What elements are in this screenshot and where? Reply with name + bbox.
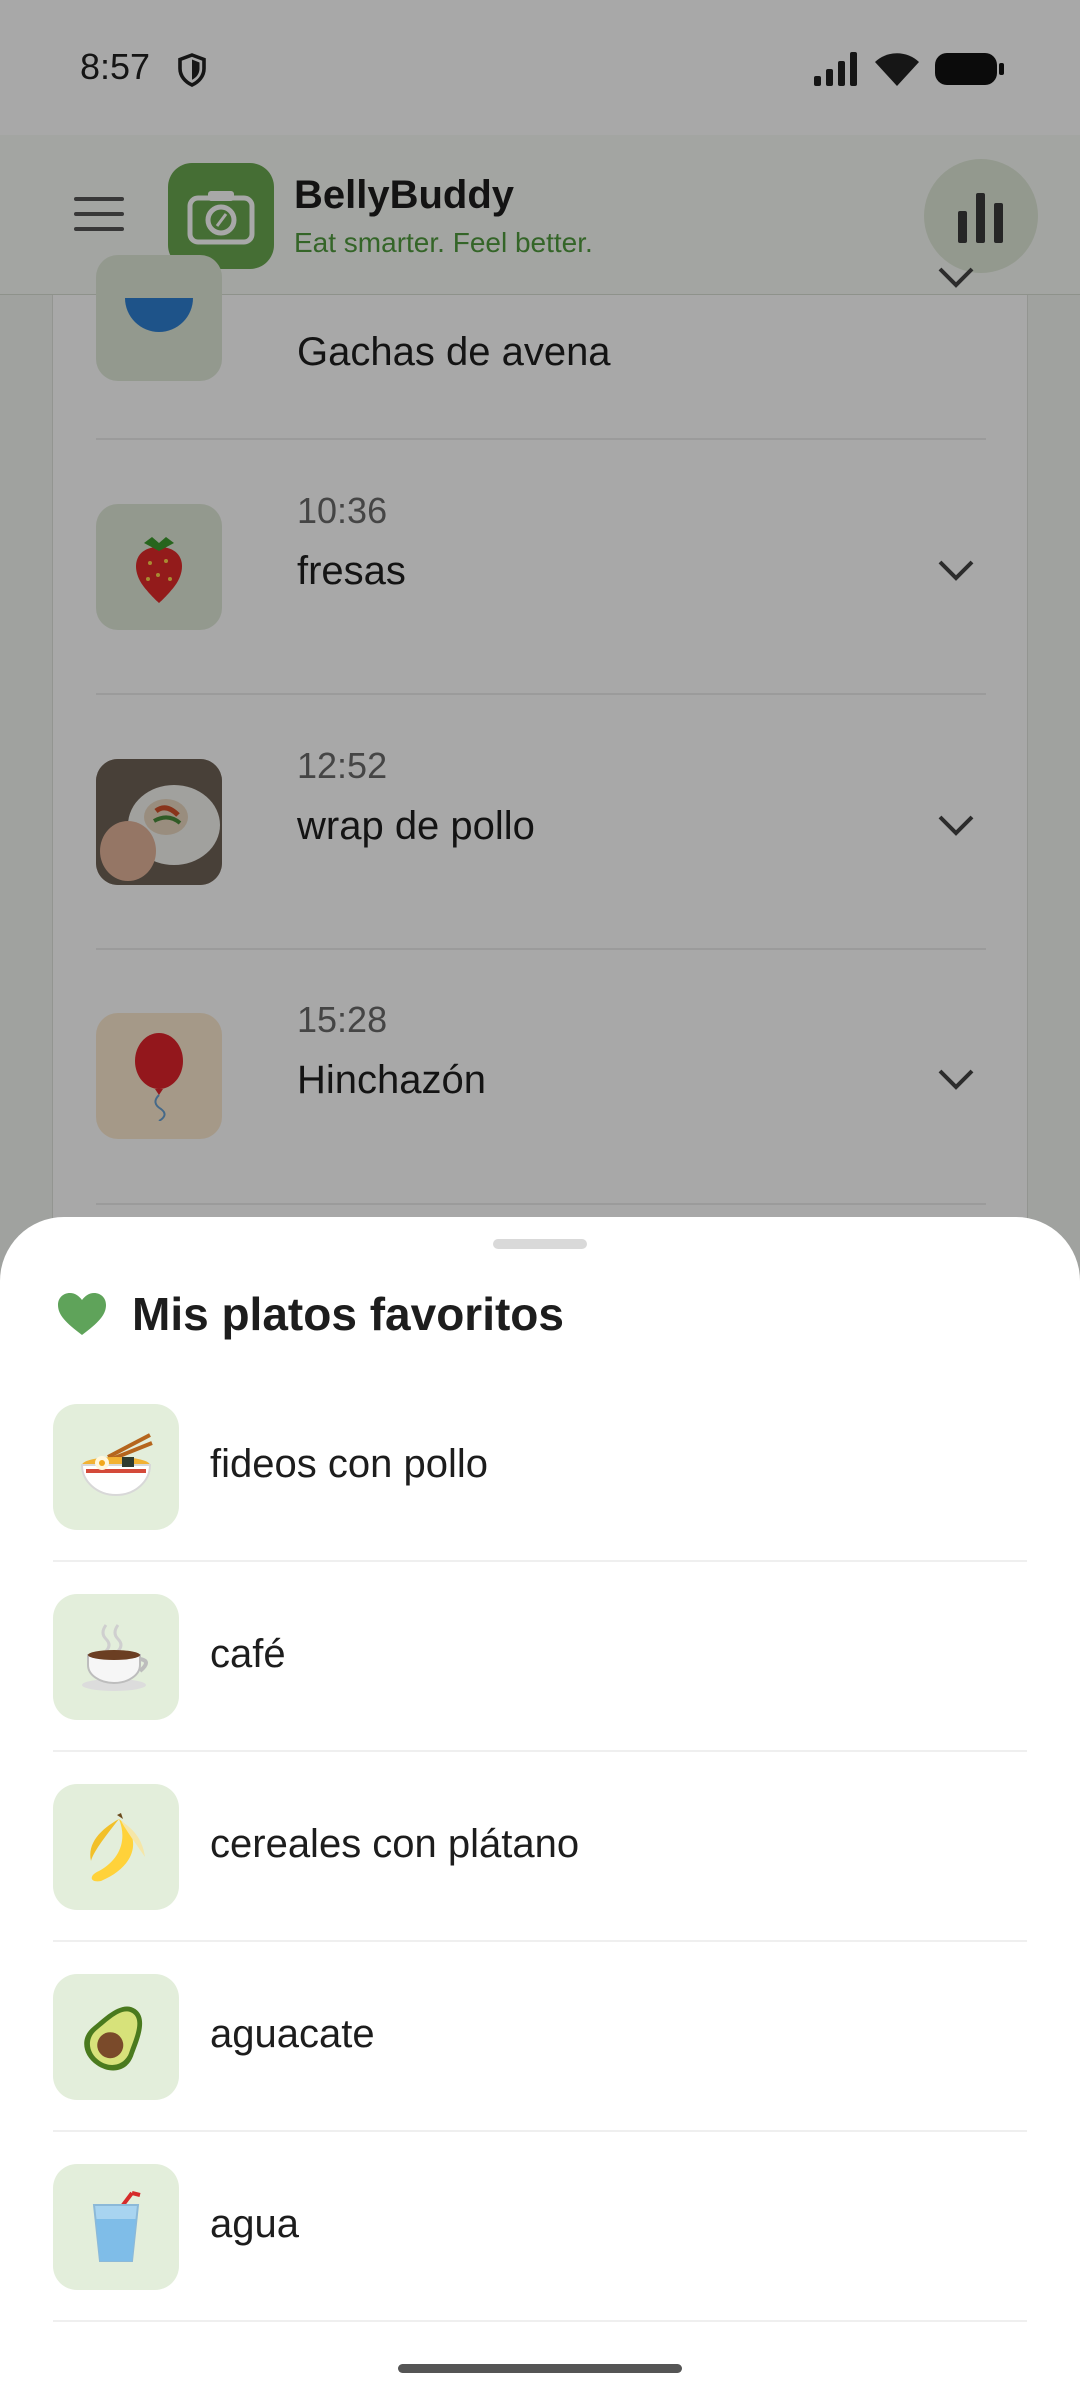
favorite-item[interactable]: aguacate bbox=[53, 1942, 1027, 2132]
favorite-item[interactable]: agua bbox=[53, 2132, 1027, 2322]
sheet-title: Mis platos favoritos bbox=[132, 1288, 564, 1340]
favorite-item-name: fideos con pollo bbox=[210, 1442, 488, 1486]
favorite-item-name: agua bbox=[210, 2202, 299, 2246]
sheet-drag-handle[interactable] bbox=[493, 1239, 587, 1249]
water-glass-icon bbox=[53, 2164, 179, 2290]
heart-icon bbox=[58, 1293, 106, 1335]
favorites-bottom-sheet: Mis platos favoritos fideos con pollo ca… bbox=[0, 1217, 1080, 2400]
favorite-item[interactable]: fideos con pollo bbox=[53, 1372, 1027, 1562]
favorite-item[interactable]: café bbox=[53, 1562, 1027, 1752]
noodle-bowl-icon bbox=[53, 1404, 179, 1530]
favorite-item-name: aguacate bbox=[210, 2012, 375, 2056]
favorite-item-name: café bbox=[210, 1632, 286, 1676]
avocado-icon bbox=[53, 1974, 179, 2100]
home-indicator[interactable] bbox=[398, 2364, 682, 2373]
banana-icon bbox=[53, 1784, 179, 1910]
coffee-cup-icon bbox=[53, 1594, 179, 1720]
favorite-item-name: cereales con plátano bbox=[210, 1822, 580, 1866]
favorite-item[interactable]: cereales con plátano bbox=[53, 1752, 1027, 1942]
